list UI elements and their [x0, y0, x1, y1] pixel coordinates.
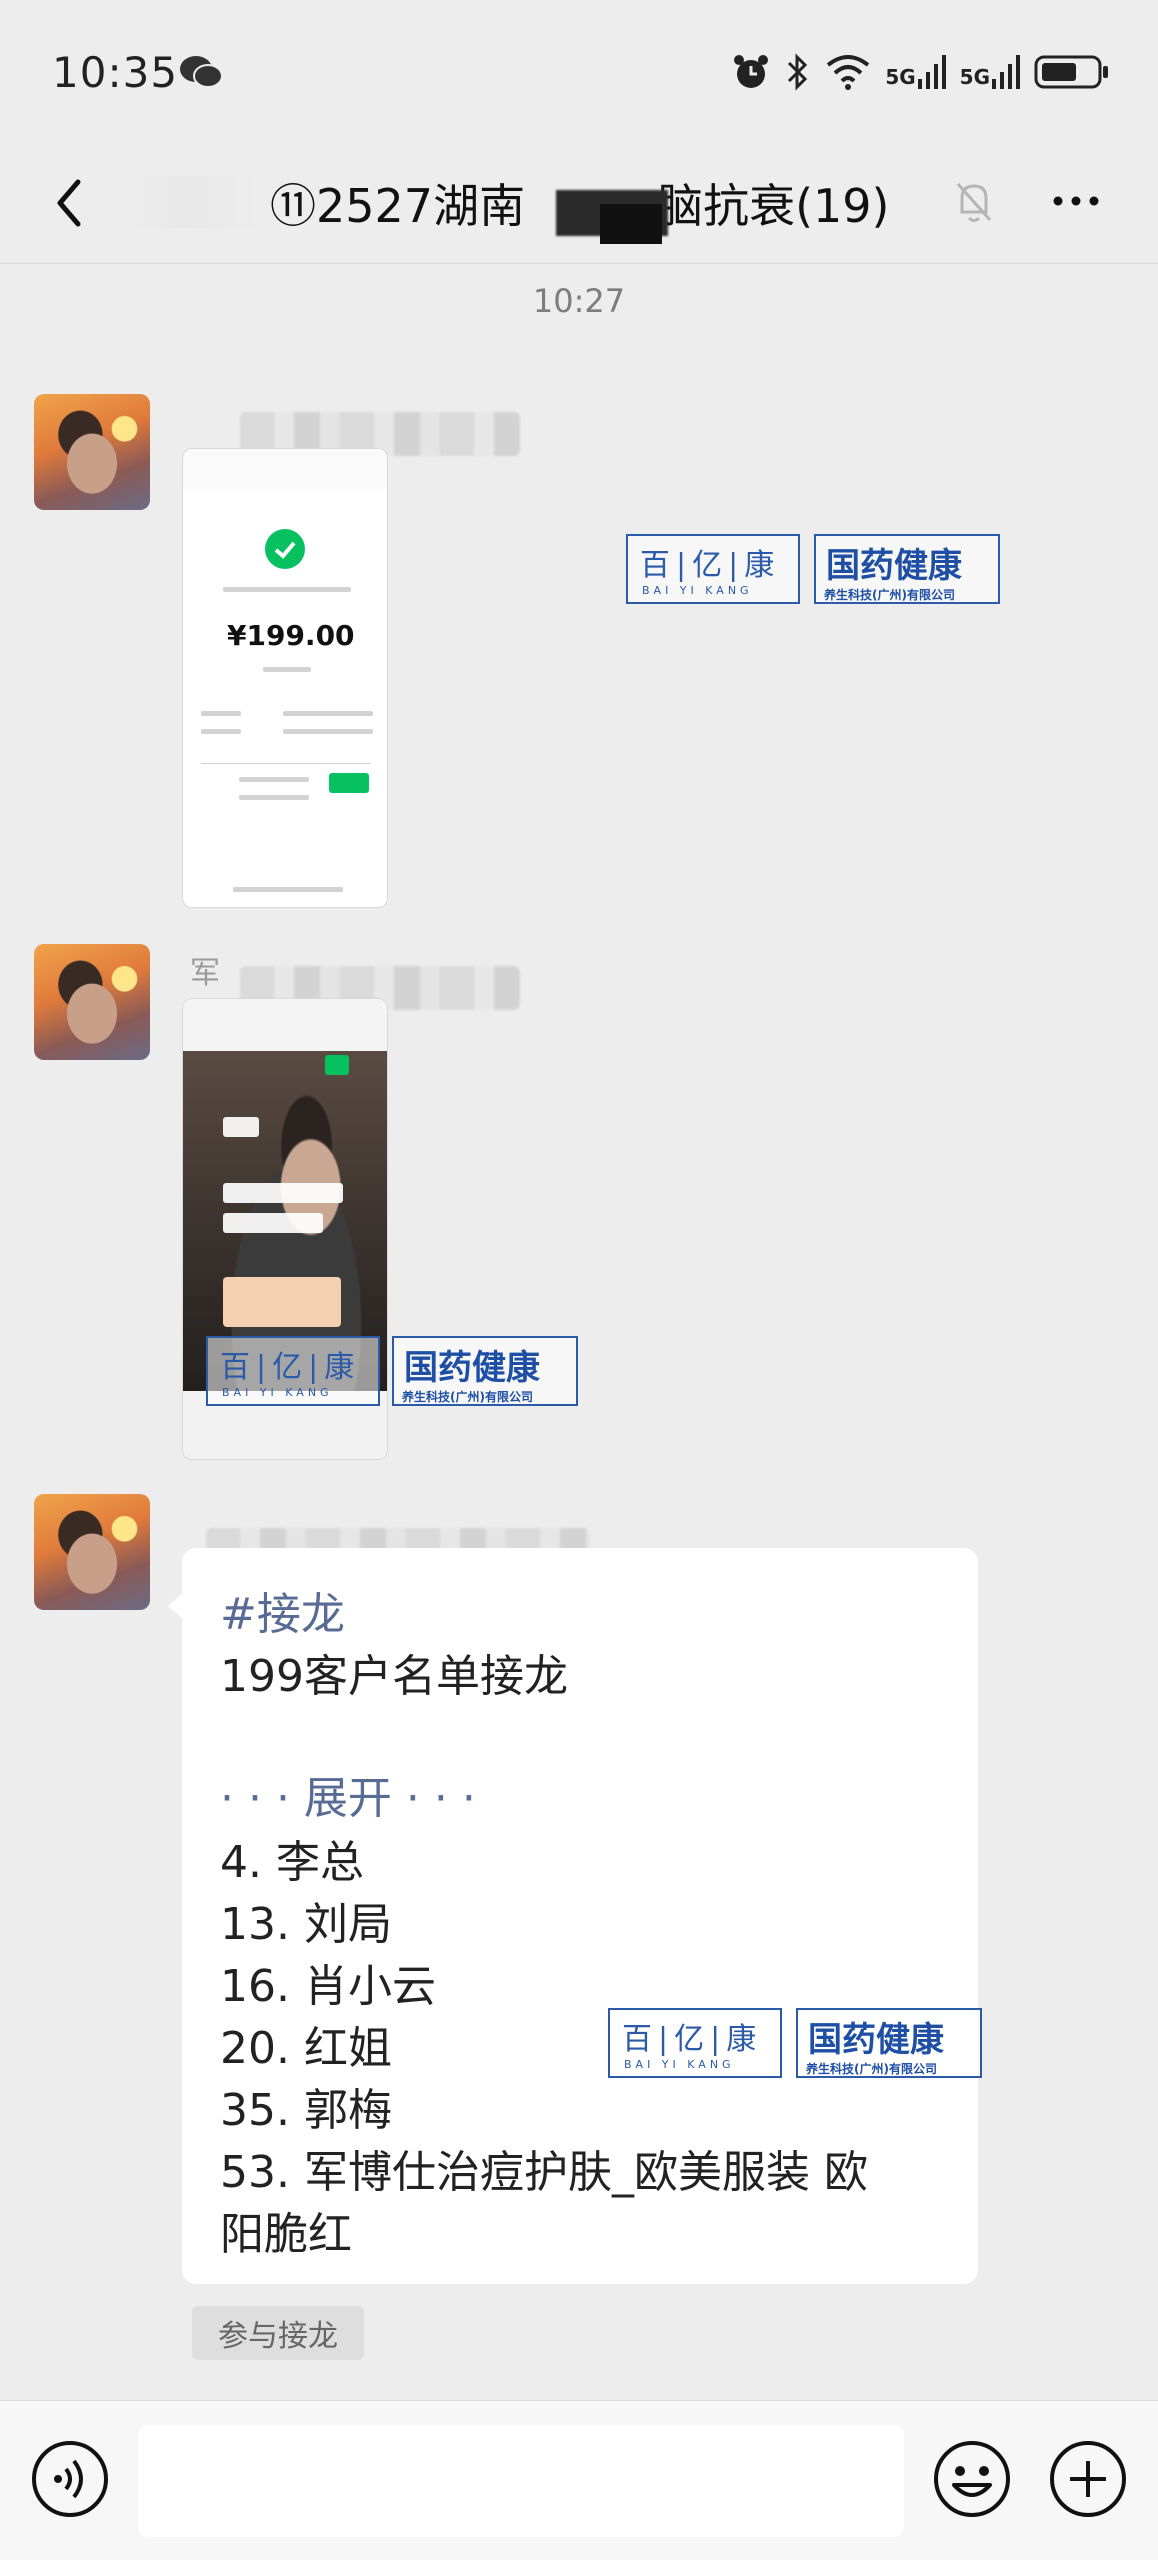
watermark-logo-left: 百|亿|康 BAI YI KANG [608, 2008, 782, 2078]
chat-title-suffix: 脑抗衰(19) [657, 179, 890, 233]
screenshot-green-badge [325, 1055, 349, 1075]
list-item: 20. 红姐 [220, 2023, 392, 2074]
watermark-subtext: 养生科技(广州)有限公司 [824, 588, 955, 602]
payment-amount: ¥199.00 [227, 619, 355, 652]
watermark-text: 百|亿|康 [640, 548, 781, 583]
list-item: 13. 刘局 [220, 1899, 392, 1950]
signal-bars-icon [917, 55, 946, 89]
network-type-2: 5G [959, 65, 990, 89]
message-timestamp: 10:27 [532, 282, 626, 320]
wechat-notification-icon [180, 56, 223, 88]
chat-header: ⑪2527湖南 脑抗衰(19) [0, 140, 1158, 264]
join-jielong-button[interactable]: 参与接龙 [192, 2306, 364, 2360]
status-time: 10:35 [52, 48, 179, 97]
list-item: 35. 郭梅 [220, 2085, 392, 2136]
text-line [239, 795, 309, 800]
signal-1: 5G [885, 55, 946, 89]
screenshot-bubble [223, 1183, 343, 1203]
emoji-icon[interactable] [932, 2439, 1012, 2519]
list-item: 53. 军博仕治痘护肤_欧美服装 欧 [220, 2147, 868, 2198]
success-check-icon [265, 529, 305, 569]
watermark-subtext: 养生科技(广州)有限公司 [402, 1390, 533, 1404]
redacted-mark [600, 204, 662, 244]
watermark-subtext: 养生科技(广州)有限公司 [806, 2062, 937, 2076]
text-line [283, 711, 373, 716]
status-bar: 10:35 5G 5G [0, 0, 1158, 140]
expand-link[interactable]: · · · 展开 · · · [220, 1762, 476, 1826]
message-input[interactable] [138, 2425, 904, 2537]
watermark-text: 百|亿|康 [220, 1350, 361, 1385]
back-arrow-icon[interactable] [40, 168, 100, 238]
watermark: 百|亿|康 BAI YI KANG 国药健康 养生科技(广州)有限公司 [608, 2008, 982, 2078]
watermark-text: 国药健康 [826, 546, 962, 586]
jielong-message-bubble[interactable]: #接龙 199客户名单接龙 · · · 展开 · · · 4. 李总 13. 刘… [168, 1548, 978, 2284]
screenshot-navbar [233, 887, 343, 892]
watermark-logo-right: 国药健康 养生科技(广州)有限公司 [796, 2008, 982, 2078]
list-item-continued: 阳脆红 [220, 2209, 352, 2260]
screenshot-card [223, 1277, 341, 1327]
watermark: 百|亿|康 BAI YI KANG 国药健康 养生科技(广州)有限公司 [206, 1336, 580, 1406]
signal-bars-icon [992, 55, 1020, 89]
wifi-icon [827, 55, 870, 90]
watermark-text: 国药健康 [808, 2020, 944, 2060]
watermark-subtext: BAI YI KANG [624, 2058, 735, 2071]
jielong-title: 199客户名单接龙 [220, 1651, 568, 1702]
avatar[interactable] [34, 1494, 150, 1610]
text-line [239, 777, 309, 782]
list-item: 16. 肖小云 [220, 1961, 436, 2012]
ellipsis-icon[interactable] [1048, 176, 1104, 226]
redacted-area [130, 176, 260, 228]
watermark-subtext: BAI YI KANG [222, 1386, 333, 1399]
divider [0, 263, 1158, 264]
text-line [201, 729, 241, 734]
image-message-payment[interactable]: ¥199.00 [182, 448, 388, 908]
text-line [263, 667, 311, 672]
voice-icon[interactable] [30, 2439, 110, 2519]
text-line [283, 729, 373, 734]
watermark-logo-left: 百|亿|康 BAI YI KANG [626, 534, 800, 604]
text-line [201, 711, 241, 716]
screenshot-bubble [223, 1117, 259, 1137]
signal-2: 5G [960, 55, 1020, 89]
avatar[interactable] [34, 944, 150, 1060]
bell-muted-icon [956, 183, 992, 222]
screenshot-statusbar [183, 449, 387, 489]
divider [201, 763, 371, 764]
watermark-subtext: BAI YI KANG [642, 584, 753, 597]
watermark-logo-left: 百|亿|康 BAI YI KANG [206, 1336, 380, 1406]
hashtag-link[interactable]: #接龙 [220, 1578, 345, 1642]
bluetooth-icon [788, 53, 808, 91]
watermark-logo-right: 国药健康 养生科技(广州)有限公司 [392, 1336, 578, 1406]
plus-icon[interactable] [1048, 2439, 1128, 2519]
chat-title-prefix: ⑪2527湖南 [270, 179, 526, 233]
screenshot-green-button [329, 773, 369, 793]
sender-name-fragment: 军 [190, 956, 220, 991]
avatar[interactable] [34, 394, 150, 510]
screenshot-header [183, 999, 387, 1051]
watermark: 百|亿|康 BAI YI KANG 国药健康 养生科技(广州)有限公司 [626, 534, 1000, 604]
battery-icon [1034, 55, 1108, 89]
alarm-icon [734, 55, 769, 88]
watermark-logo-right: 国药健康 养生科技(广州)有限公司 [814, 534, 1000, 604]
list-item: 4. 李总 [220, 1837, 364, 1888]
network-type-1: 5G [885, 65, 916, 89]
status-icons: 5G 5G [731, 50, 1110, 94]
chat-input-bar [0, 2400, 1158, 2560]
watermark-text: 百|亿|康 [622, 2022, 763, 2057]
screenshot-bubble [223, 1213, 323, 1233]
watermark-text: 国药健康 [404, 1348, 540, 1388]
text-line [223, 587, 351, 592]
